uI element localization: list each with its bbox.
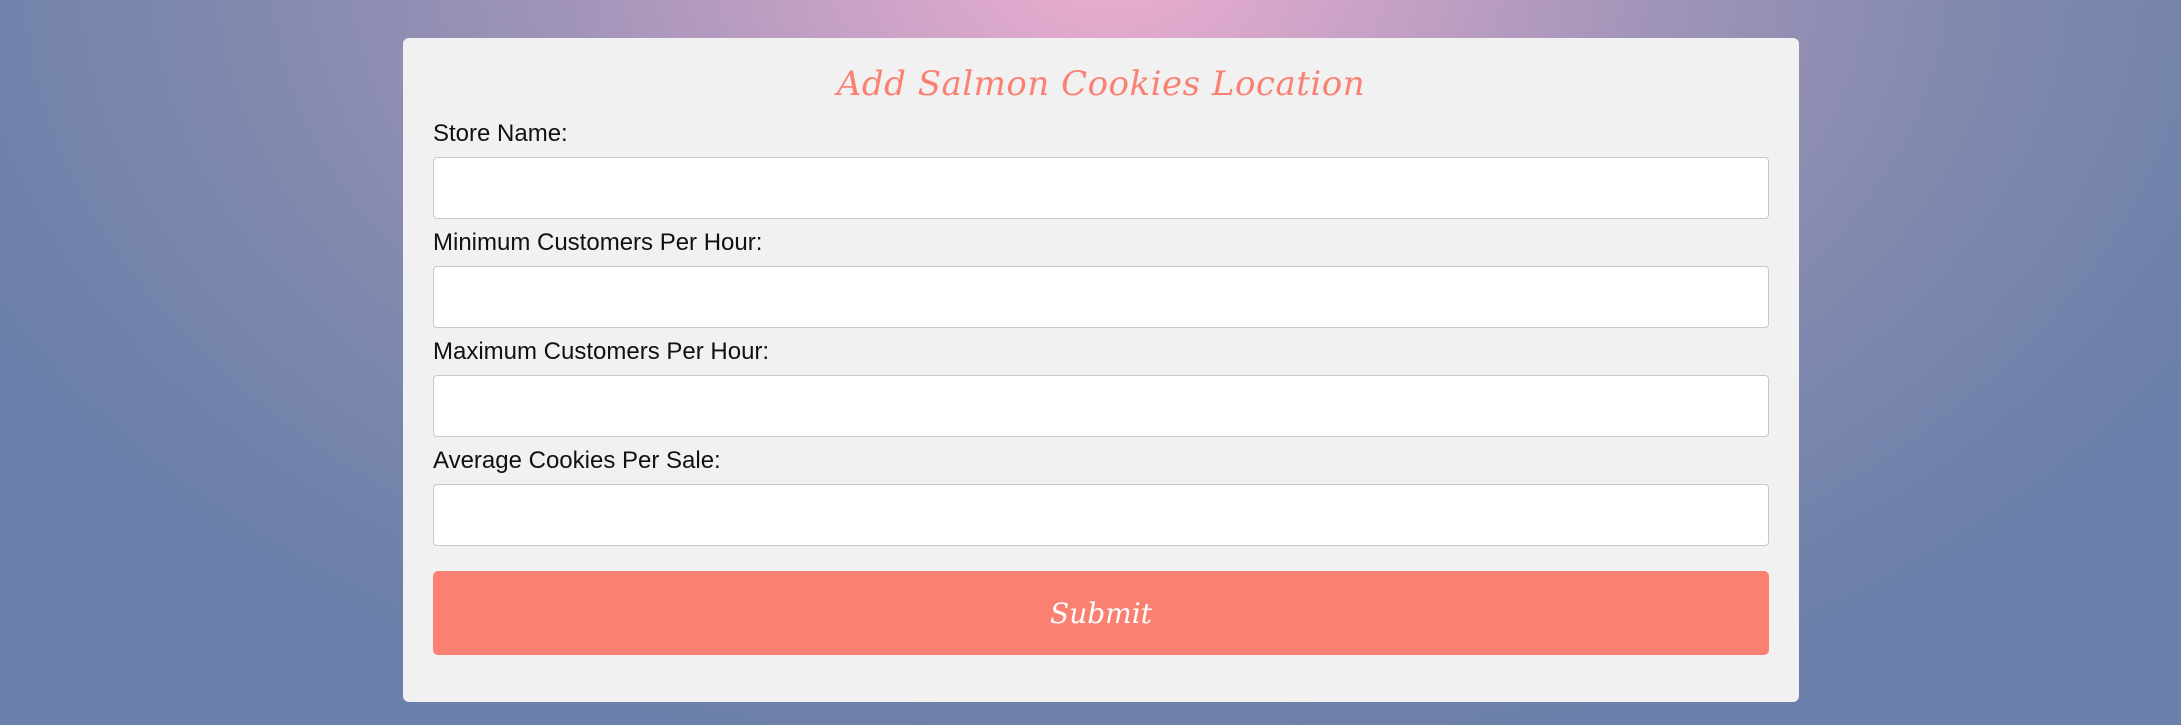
- avg-cookies-input[interactable]: [433, 484, 1769, 546]
- store-name-input[interactable]: [433, 157, 1769, 219]
- avg-cookies-label: Average Cookies Per Sale:: [433, 447, 721, 474]
- store-name-label: Store Name:: [433, 120, 568, 147]
- max-customers-input[interactable]: [433, 375, 1769, 437]
- submit-button[interactable]: Submit: [433, 571, 1769, 655]
- max-customers-label: Maximum Customers Per Hour:: [433, 338, 770, 365]
- add-location-form: Add Salmon Cookies Location Store Name: …: [403, 38, 1799, 702]
- form-title: Add Salmon Cookies Location: [836, 64, 1366, 104]
- min-customers-input[interactable]: [433, 266, 1769, 328]
- min-customers-label: Minimum Customers Per Hour:: [433, 229, 763, 256]
